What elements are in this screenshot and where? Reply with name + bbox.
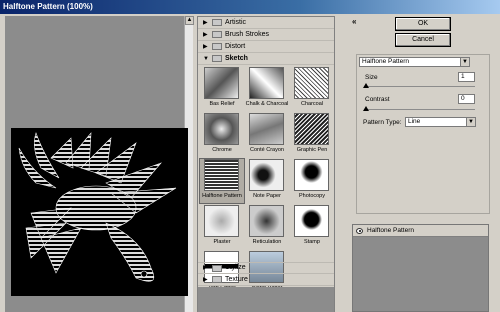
filter-thumb-graphic-pen[interactable]: Graphic Pen xyxy=(290,113,334,157)
filter-thumb-charcoal[interactable]: Charcoal xyxy=(290,67,334,111)
gallery-empty-area xyxy=(198,287,334,312)
expand-arrow-icon[interactable]: ▶ xyxy=(203,29,209,41)
filter-thumb-stamp[interactable]: Stamp xyxy=(290,205,334,249)
thumbnail-image xyxy=(294,159,329,191)
filter-thumb-halftone-pattern[interactable]: Halftone Pattern xyxy=(199,158,245,204)
thumbnail-image xyxy=(249,205,284,237)
folder-icon xyxy=(212,31,222,38)
category-label: Brush Strokes xyxy=(225,30,269,38)
filter-thumb-note-paper[interactable]: Note Paper xyxy=(245,159,289,203)
category-label: Sketch xyxy=(225,54,248,62)
filter-thumb-reticulation[interactable]: Reticulation xyxy=(245,205,289,249)
filter-thumb-conte-crayon[interactable]: Conté Crayon xyxy=(245,113,289,157)
dropdown-arrow-icon[interactable]: ▼ xyxy=(466,118,475,126)
filter-thumb-photocopy[interactable]: Photocopy xyxy=(290,159,334,203)
filter-thumb-chalk-charcoal[interactable]: Chalk & Charcoal xyxy=(245,67,289,111)
folder-icon xyxy=(212,276,222,283)
thumbnail-image xyxy=(204,113,239,145)
category-sketch[interactable]: ▼ Sketch xyxy=(198,53,334,65)
expand-arrow-icon[interactable]: ▶ xyxy=(203,274,209,286)
folder-icon xyxy=(212,19,222,26)
category-label: Artistic xyxy=(225,18,246,26)
size-slider[interactable] xyxy=(365,86,475,87)
eye-icon[interactable] xyxy=(356,228,363,234)
category-label: Texture xyxy=(225,275,248,283)
expand-arrow-icon[interactable]: ▶ xyxy=(203,41,209,53)
filter-gallery[interactable]: ▶ Artistic ▶ Brush Strokes ▶ Distort ▼ S… xyxy=(197,16,335,312)
crane-artwork-image xyxy=(18,132,177,282)
category-label: Stylize xyxy=(225,264,246,271)
scroll-up-icon[interactable]: ▲ xyxy=(185,16,194,25)
thumbnail-image xyxy=(204,67,239,99)
contrast-label: Contrast xyxy=(365,96,390,103)
cancel-button[interactable]: Cancel xyxy=(395,33,451,47)
folder-icon xyxy=(212,55,222,62)
category-stylize[interactable]: ▶ Stylize xyxy=(198,262,334,274)
size-field[interactable]: 1 xyxy=(458,72,475,82)
thumbnail-image xyxy=(204,205,239,237)
filter-thumb-bas-relief[interactable]: Bas Relief xyxy=(200,67,244,111)
size-label: Size xyxy=(365,74,378,81)
filter-thumb-chrome[interactable]: Chrome xyxy=(200,113,244,157)
thumbnail-image xyxy=(294,113,329,145)
contrast-slider-knob[interactable] xyxy=(363,106,369,111)
category-artistic[interactable]: ▶ Artistic xyxy=(198,17,334,29)
filter-select[interactable]: Halftone Pattern ▼ xyxy=(359,57,470,67)
pattern-type-select[interactable]: Line ▼ xyxy=(405,117,476,127)
preview-image xyxy=(11,128,188,296)
thumbnail-image xyxy=(249,67,284,99)
thumbnail-image xyxy=(294,205,329,237)
preview-area[interactable]: ▲ xyxy=(5,16,194,312)
collapse-arrow-icon[interactable]: ▼ xyxy=(203,53,209,65)
expand-arrow-icon[interactable]: ▶ xyxy=(203,17,209,29)
contrast-field[interactable]: 0 xyxy=(458,94,475,104)
category-distort[interactable]: ▶ Distort xyxy=(198,41,334,53)
effect-layers-panel: Halftone Pattern xyxy=(352,224,489,312)
filter-thumb-plaster[interactable]: Plaster xyxy=(200,205,244,249)
size-slider-knob[interactable] xyxy=(363,83,369,88)
collapse-icon[interactable]: « xyxy=(352,17,356,26)
contrast-slider[interactable] xyxy=(365,109,475,110)
expand-arrow-icon[interactable]: ▶ xyxy=(203,262,209,274)
category-brush-strokes[interactable]: ▶ Brush Strokes xyxy=(198,29,334,41)
category-label: Distort xyxy=(225,42,246,50)
category-texture[interactable]: ▶ Texture xyxy=(198,274,334,286)
thumbnail-image xyxy=(249,159,284,191)
effect-layer-row[interactable]: Halftone Pattern xyxy=(353,225,488,237)
thumbnail-image xyxy=(294,67,329,99)
thumbnail-image xyxy=(204,159,239,191)
folder-icon xyxy=(212,264,222,272)
dropdown-arrow-icon[interactable]: ▼ xyxy=(460,58,469,66)
ok-button[interactable]: OK xyxy=(395,17,451,31)
pattern-type-label: Pattern Type: xyxy=(363,119,402,126)
window-title: Halftone Pattern (100%) xyxy=(0,0,500,14)
folder-icon xyxy=(212,43,222,50)
thumbnail-image xyxy=(249,113,284,145)
